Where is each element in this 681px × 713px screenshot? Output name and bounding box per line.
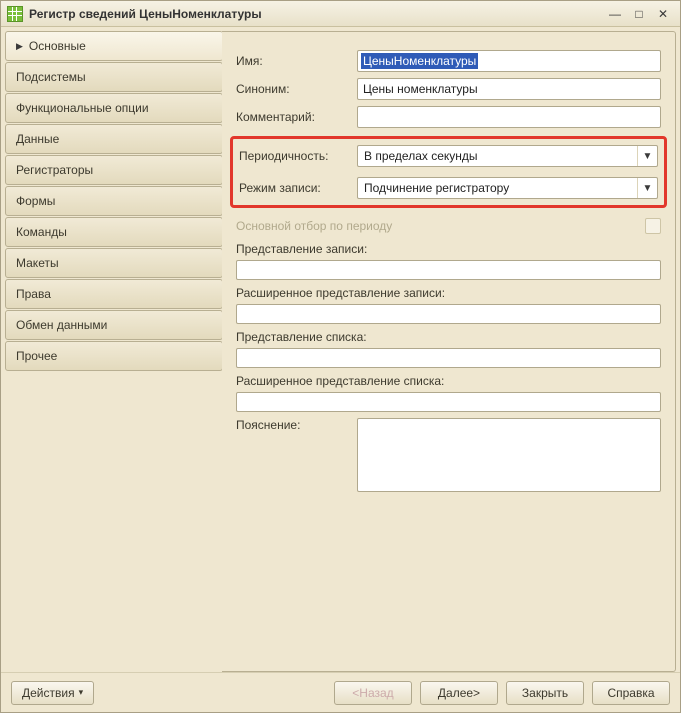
list-presentation-label: Представление списка: <box>236 330 661 344</box>
body: Основные Подсистемы Функциональные опции… <box>1 27 680 672</box>
chevron-down-icon[interactable]: ▼ <box>637 146 657 166</box>
row-synonym: Синоним: <box>236 78 661 100</box>
periodicity-label: Периодичность: <box>239 149 351 163</box>
sidebar-item-label: Формы <box>16 194 55 208</box>
window-title: Регистр сведений ЦеныНоменклатуры <box>29 7 602 21</box>
sidebar-item-label: Команды <box>16 225 67 239</box>
actions-label: Действия <box>22 686 75 700</box>
sidebar-item-commands[interactable]: Команды <box>5 217 223 247</box>
back-button: <Назад <box>334 681 412 705</box>
periodicity-value: В пределах секунды <box>358 149 637 163</box>
row-name: Имя: ЦеныНоменклатуры <box>236 50 661 72</box>
main-filter-checkbox <box>645 218 661 234</box>
main-filter-label: Основной отбор по периоду <box>236 219 392 233</box>
back-label: <Назад <box>352 686 393 700</box>
record-presentation-label: Представление записи: <box>236 242 661 256</box>
sidebar-item-functional-options[interactable]: Функциональные опции <box>5 93 223 123</box>
row-ext-list-presentation: Расширенное представление списка: <box>236 374 661 412</box>
help-label: Справка <box>607 686 654 700</box>
sidebar-item-label: Основные <box>29 39 86 53</box>
sidebar-item-label: Функциональные опции <box>16 101 149 115</box>
sidebar-item-label: Подсистемы <box>16 70 86 84</box>
ext-record-presentation-label: Расширенное представление записи: <box>236 286 661 300</box>
row-list-presentation: Представление списка: <box>236 330 661 368</box>
synonym-field[interactable] <box>357 78 661 100</box>
synonym-label: Синоним: <box>236 82 351 96</box>
write-mode-select[interactable]: Подчинение регистратору ▼ <box>357 177 658 199</box>
register-icon <box>7 6 23 22</box>
record-presentation-field[interactable] <box>236 260 661 280</box>
sidebar-item-registrators[interactable]: Регистраторы <box>5 155 223 185</box>
close-window-button[interactable]: ✕ <box>652 5 674 23</box>
maximize-button[interactable]: □ <box>628 5 650 23</box>
sidebar-item-data[interactable]: Данные <box>5 124 223 154</box>
sidebar-item-label: Макеты <box>16 256 59 270</box>
comment-field[interactable] <box>357 106 661 128</box>
write-mode-label: Режим записи: <box>239 181 351 195</box>
name-field[interactable]: ЦеныНоменклатуры <box>357 50 661 72</box>
minimize-button[interactable]: — <box>604 5 626 23</box>
window: Регистр сведений ЦеныНоменклатуры — □ ✕ … <box>0 0 681 713</box>
row-ext-record-presentation: Расширенное представление записи: <box>236 286 661 324</box>
comment-label: Комментарий: <box>236 110 351 124</box>
sidebar: Основные Подсистемы Функциональные опции… <box>5 31 223 672</box>
ext-list-presentation-field[interactable] <box>236 392 661 412</box>
sidebar-item-label: Обмен данными <box>16 318 107 332</box>
footer: Действия ▾ <Назад Далее> Закрыть Справка <box>1 672 680 712</box>
sidebar-item-rights[interactable]: Права <box>5 279 223 309</box>
name-label: Имя: <box>236 54 351 68</box>
titlebar: Регистр сведений ЦеныНоменклатуры — □ ✕ <box>1 1 680 27</box>
explanation-field[interactable] <box>357 418 661 492</box>
sidebar-item-label: Данные <box>16 132 59 146</box>
highlight-box: Периодичность: В пределах секунды ▼ Режи… <box>230 136 667 208</box>
sidebar-item-label: Прочее <box>16 349 57 363</box>
next-label: Далее> <box>438 686 480 700</box>
ext-record-presentation-field[interactable] <box>236 304 661 324</box>
chevron-down-icon: ▾ <box>79 687 84 698</box>
explanation-label: Пояснение: <box>236 418 351 432</box>
row-write-mode: Режим записи: Подчинение регистратору ▼ <box>239 177 658 199</box>
sidebar-item-label: Регистраторы <box>16 163 93 177</box>
help-button[interactable]: Справка <box>592 681 670 705</box>
sidebar-item-data-exchange[interactable]: Обмен данными <box>5 310 223 340</box>
sidebar-item-label: Права <box>16 287 51 301</box>
sidebar-item-forms[interactable]: Формы <box>5 186 223 216</box>
ext-list-presentation-label: Расширенное представление списка: <box>236 374 661 388</box>
list-presentation-field[interactable] <box>236 348 661 368</box>
periodicity-select[interactable]: В пределах секунды ▼ <box>357 145 658 167</box>
next-button[interactable]: Далее> <box>420 681 498 705</box>
close-label: Закрыть <box>522 686 568 700</box>
row-explanation: Пояснение: <box>236 418 661 492</box>
row-main-filter: Основной отбор по периоду <box>236 216 661 236</box>
sidebar-item-main[interactable]: Основные <box>5 31 223 61</box>
row-record-presentation: Представление записи: <box>236 242 661 280</box>
main-panel: Имя: ЦеныНоменклатуры Синоним: Комментар… <box>222 31 676 672</box>
sidebar-item-subsystems[interactable]: Подсистемы <box>5 62 223 92</box>
name-value: ЦеныНоменклатуры <box>361 53 478 69</box>
close-button[interactable]: Закрыть <box>506 681 584 705</box>
row-periodicity: Периодичность: В пределах секунды ▼ <box>239 145 658 167</box>
actions-button[interactable]: Действия ▾ <box>11 681 94 705</box>
chevron-down-icon[interactable]: ▼ <box>637 178 657 198</box>
row-comment: Комментарий: <box>236 106 661 128</box>
write-mode-value: Подчинение регистратору <box>358 181 637 195</box>
sidebar-item-other[interactable]: Прочее <box>5 341 223 371</box>
sidebar-item-templates[interactable]: Макеты <box>5 248 223 278</box>
